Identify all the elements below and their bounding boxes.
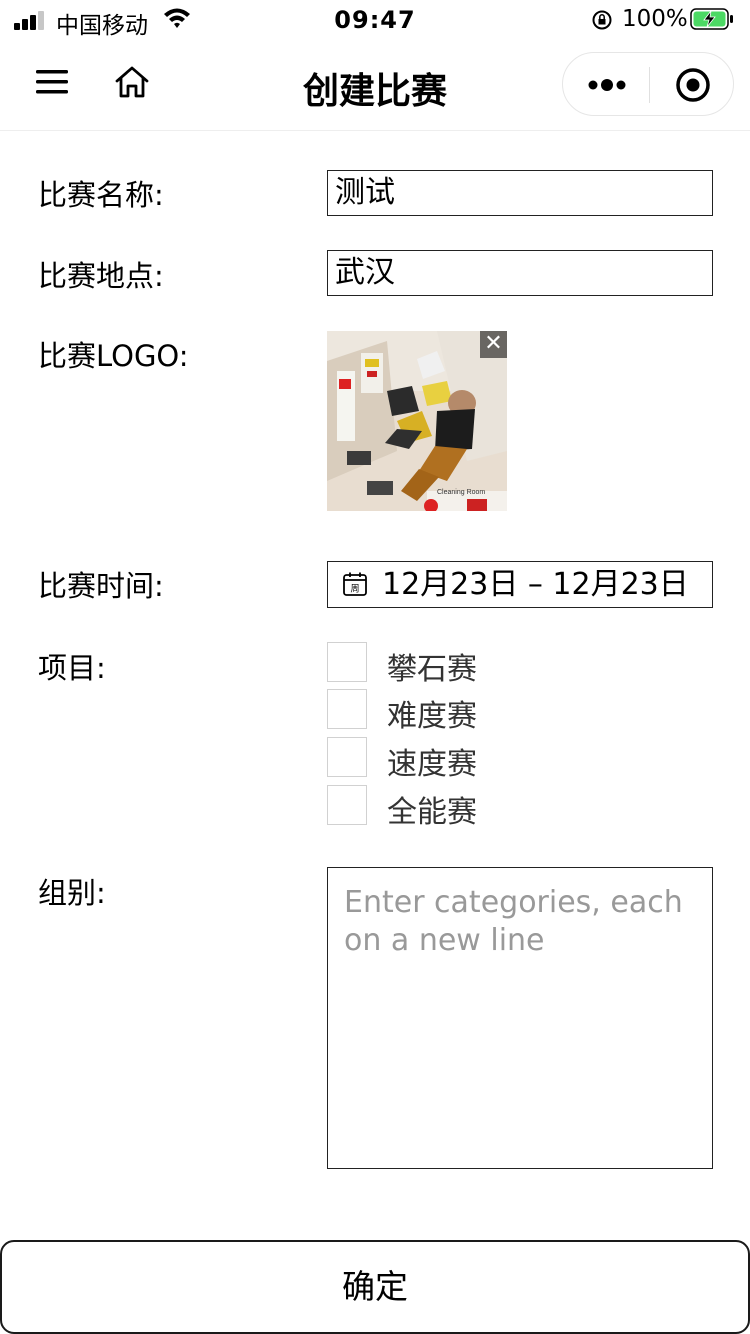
name-label: 比赛名称: [38,178,164,212]
event-option-label: 速度赛 [387,747,477,782]
remove-logo-button[interactable]: ✕ [480,331,507,358]
event-option[interactable]: 全能赛 [327,785,627,830]
checkbox[interactable] [327,737,367,777]
categories-label: 组别: [38,876,106,910]
battery-percent: 100% [622,6,688,32]
status-bar: 中国移动 09:47 100% [0,0,750,40]
location-label: 比赛地点: [38,259,164,293]
calendar-icon: 周 [343,572,367,596]
time-label: 比赛时间: [38,569,164,603]
events-label: 项目: [38,651,106,685]
checkbox[interactable] [327,642,367,682]
event-option[interactable]: 攀石赛 [327,642,627,687]
event-option-label: 全能赛 [387,795,477,830]
location-input[interactable]: 武汉 [327,250,713,296]
name-input[interactable]: 测试 [327,170,713,216]
event-option-label: 难度赛 [387,699,477,734]
categories-textarea[interactable]: Enter categories, each on a new line [327,867,713,1169]
event-option-label: 攀石赛 [387,652,477,687]
logo-label: 比赛LOGO: [38,339,189,373]
checkbox[interactable] [327,689,367,729]
calendar-icon-text: 周 [350,584,359,595]
capsule-divider [649,67,650,103]
checkbox[interactable] [327,785,367,825]
event-option[interactable]: 速度赛 [327,737,627,782]
more-icon[interactable] [585,73,629,97]
date-range-text: 12月23日 – 12月23日 [382,567,689,602]
confirm-button[interactable]: 确定 [0,1240,750,1334]
logo-image[interactable]: Cleaning Room [327,331,507,511]
close-program-icon[interactable] [673,65,713,105]
battery-charging-icon [690,8,733,30]
nav-divider [0,130,750,131]
orientation-lock-icon [592,10,612,30]
date-range-picker[interactable]: 周 12月23日 – 12月23日 [327,561,713,608]
climber-photo: Cleaning Room [327,331,507,511]
mini-program-capsule [562,52,734,116]
event-option[interactable]: 难度赛 [327,689,627,734]
svg-text:Cleaning Room: Cleaning Room [437,489,485,496]
